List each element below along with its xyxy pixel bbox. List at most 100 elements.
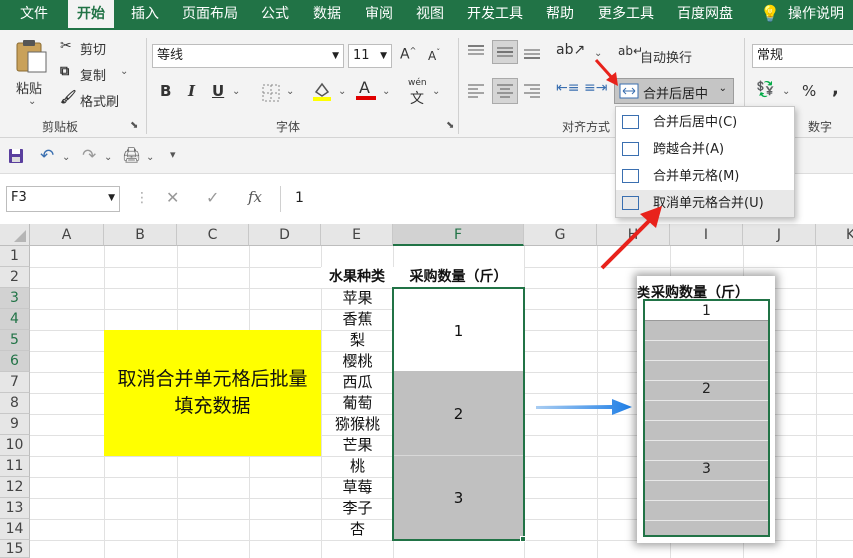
align-center-button[interactable] [492, 78, 518, 104]
column-header-a[interactable]: A [30, 224, 104, 246]
phonetic-guide-button[interactable]: wén 文 [406, 78, 430, 107]
currency-icon[interactable]: 💱 [756, 80, 775, 98]
number-format-select[interactable]: 常规 [752, 44, 853, 68]
row-header-11[interactable]: 11 [0, 456, 30, 477]
format-painter-button[interactable]: 格式刷 [80, 91, 119, 110]
fruit-cell[interactable]: 芒果 [322, 435, 393, 456]
column-header-j[interactable]: J [743, 224, 816, 246]
decrease-font-icon[interactable]: Aˇ [428, 48, 440, 63]
tab-view[interactable]: 视图 [416, 0, 444, 30]
row-header-5[interactable]: 5 [0, 330, 30, 351]
fruit-cell[interactable]: 葡萄 [322, 393, 393, 414]
row-header-14[interactable]: 14 [0, 519, 30, 540]
column-header-e[interactable]: E [321, 224, 393, 246]
row-header-10[interactable]: 10 [0, 435, 30, 456]
row-header-13[interactable]: 13 [0, 498, 30, 519]
row-header-6[interactable]: 6 [0, 351, 30, 372]
paste-button[interactable]: 粘贴 ⌄ [8, 36, 54, 112]
cancel-icon[interactable]: ✕ [166, 188, 179, 207]
font-size-select[interactable]: 11 ▼ [348, 44, 392, 68]
chevron-down-icon[interactable]: ⌄ [782, 86, 790, 97]
align-right-icon[interactable] [522, 82, 542, 100]
header-fruit-type[interactable]: 水果种类 [321, 267, 393, 288]
chevron-down-icon[interactable]: ⌄ [120, 66, 128, 77]
fruit-cell[interactable]: 苹果 [322, 288, 393, 309]
align-left-icon[interactable] [466, 82, 486, 100]
chevron-down-icon[interactable]: ⌄ [62, 152, 70, 163]
tab-more-tools[interactable]: 更多工具 [598, 0, 654, 30]
cut-button[interactable]: 剪切 [80, 39, 106, 58]
tab-page-layout[interactable]: 页面布局 [182, 0, 238, 30]
chevron-down-icon[interactable]: ⌄ [286, 86, 294, 97]
merge-center-button[interactable]: 合并后居中 ⌄ [614, 78, 734, 104]
header-purchase-qty[interactable]: 采购数量（斤） [393, 267, 524, 288]
row-header-2[interactable]: 2 [0, 267, 30, 288]
fruit-cell[interactable]: 猕猴桃 [322, 414, 393, 435]
increase-font-icon[interactable]: A^ [400, 46, 416, 63]
font-color-button[interactable]: A [356, 78, 376, 102]
instruction-note[interactable]: 取消合并单元格后批量填充数据 [104, 330, 321, 456]
fruit-cell[interactable]: 樱桃 [322, 351, 393, 372]
column-header-i[interactable]: I [670, 224, 743, 246]
tab-insert[interactable]: 插入 [131, 0, 159, 30]
menu-item-merge-cells[interactable]: 合并单元格(M) [616, 163, 794, 190]
fruit-cell[interactable]: 桃 [322, 456, 393, 477]
align-middle-button[interactable] [492, 40, 518, 64]
column-header-f[interactable]: F [393, 224, 524, 246]
chevron-down-icon[interactable]: ⌄ [232, 86, 240, 97]
percent-button[interactable]: % [802, 82, 816, 100]
tab-file[interactable]: 文件 [20, 0, 48, 30]
align-bottom-icon[interactable] [522, 44, 542, 62]
menu-item-merge-across[interactable]: 跨越合并(A) [616, 136, 794, 163]
tell-me-search[interactable]: 操作说明搜 [788, 0, 853, 50]
chevron-down-icon[interactable]: ⌄ [719, 83, 727, 94]
align-top-icon[interactable] [466, 44, 486, 60]
row-header-3[interactable]: 3 [0, 288, 30, 309]
row-header-1[interactable]: 1 [0, 246, 30, 267]
tab-home[interactable]: 开始 [68, 0, 114, 30]
chevron-down-icon[interactable]: ⌄ [382, 86, 390, 97]
row-header-7[interactable]: 7 [0, 372, 30, 393]
decrease-indent-icon[interactable]: ⇤≡ [556, 80, 579, 96]
column-header-c[interactable]: C [177, 224, 249, 246]
fill-handle[interactable] [520, 536, 526, 542]
tab-help[interactable]: 帮助 [546, 0, 574, 30]
lightbulb-icon[interactable]: 💡 [760, 0, 780, 30]
confirm-icon[interactable]: ✓ [206, 188, 219, 207]
fill-color-icon[interactable] [312, 80, 332, 102]
tab-baidu-netdisk[interactable]: 百度网盘 [677, 0, 733, 30]
fruit-cell[interactable]: 草莓 [322, 477, 393, 498]
underline-button[interactable]: U [212, 82, 224, 100]
column-header-d[interactable]: D [249, 224, 321, 246]
row-header-12[interactable]: 12 [0, 477, 30, 498]
fruit-cell[interactable]: 香蕉 [322, 309, 393, 330]
copy-button[interactable]: 复制 [80, 65, 106, 84]
row-header-8[interactable]: 8 [0, 393, 30, 414]
insert-function-icon[interactable]: fx [248, 188, 262, 206]
chevron-down-icon[interactable]: ⌄ [338, 86, 346, 97]
save-icon[interactable] [8, 148, 24, 164]
menu-item-merge-center[interactable]: 合并后居中(C) [616, 109, 794, 136]
chevron-down-icon[interactable]: ⌄ [432, 86, 440, 97]
chevron-down-icon[interactable]: ⌄ [104, 152, 112, 163]
fruit-cell[interactable]: 李子 [322, 498, 393, 519]
chevron-down-icon[interactable]: ⌄ [146, 152, 154, 163]
tab-developer[interactable]: 开发工具 [467, 0, 523, 30]
tab-review[interactable]: 审阅 [365, 0, 393, 30]
print-preview-icon[interactable]: 🖨 [122, 146, 141, 164]
name-box[interactable]: F3 ▼ [6, 186, 120, 212]
undo-icon[interactable]: ↶ [40, 146, 54, 166]
bold-button[interactable]: B [160, 82, 171, 100]
column-header-g[interactable]: G [524, 224, 597, 246]
customize-qat-icon[interactable]: ▾ [170, 148, 176, 161]
column-header-k[interactable]: K [816, 224, 853, 246]
orientation-icon[interactable]: ab↗ [556, 42, 585, 58]
dialog-launcher-icon[interactable]: ⬊ [446, 120, 454, 131]
row-header-4[interactable]: 4 [0, 309, 30, 330]
select-all-corner[interactable] [0, 224, 30, 246]
fruit-cell[interactable]: 杏 [322, 519, 393, 540]
font-name-select[interactable]: 等线 ▼ [152, 44, 344, 68]
redo-icon[interactable]: ↷ [82, 146, 96, 166]
border-icon[interactable] [262, 84, 280, 102]
fruit-cell[interactable]: 西瓜 [322, 372, 393, 393]
